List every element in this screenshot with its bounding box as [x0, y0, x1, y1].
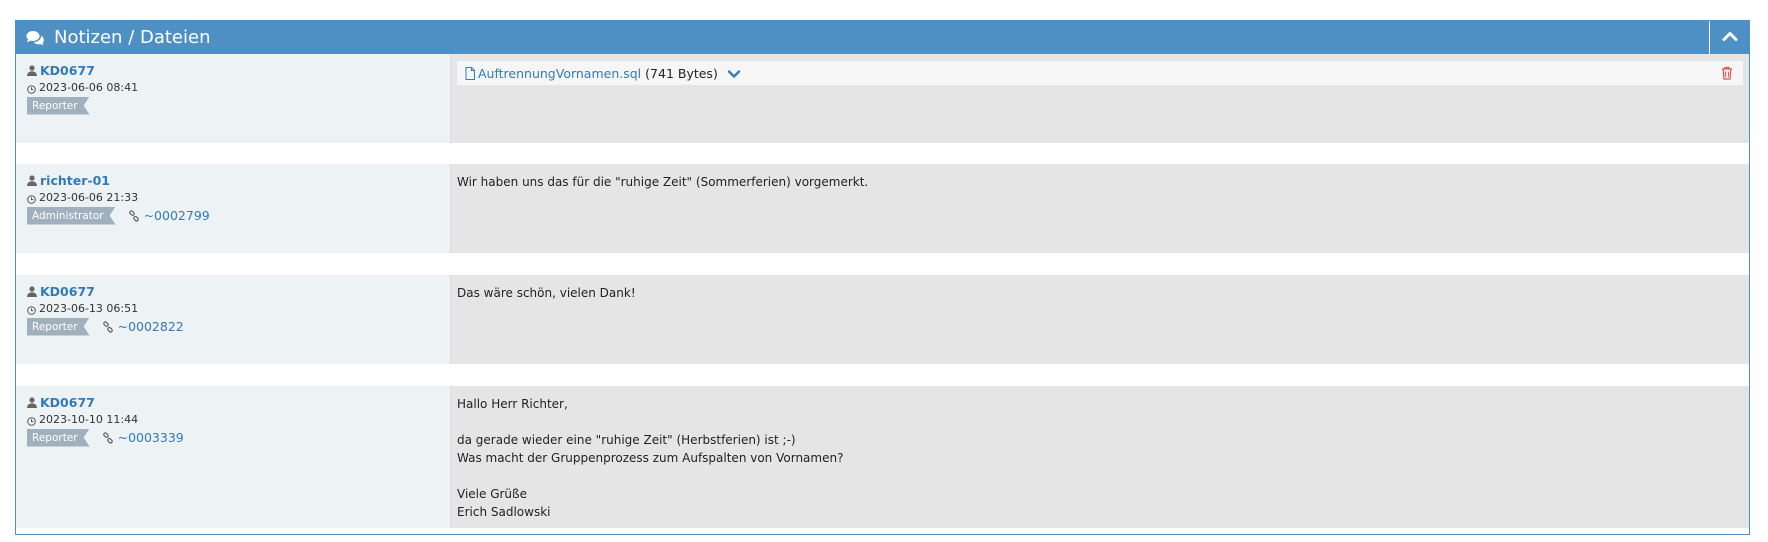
comments-icon: [26, 30, 46, 46]
role-badge: Administrator: [27, 207, 116, 225]
clock-icon: [27, 83, 36, 94]
note-text-line: Wir haben uns das für die "ruhige Zeit" …: [457, 175, 869, 189]
note-author-link[interactable]: KD0677: [40, 63, 95, 78]
clock-icon: [27, 304, 36, 315]
note-text-line: [457, 413, 1743, 431]
attachment-file-link[interactable]: AuftrennungVornamen.sql: [478, 66, 641, 81]
file-icon: [465, 66, 475, 80]
role-badge: Reporter: [27, 429, 90, 447]
note-date: 2023-10-10 11:44: [39, 412, 139, 426]
note-author-link[interactable]: KD0677: [40, 395, 95, 410]
note-item: KD0677 2023-10-10 11:44 Reporter ~000333…: [16, 386, 1749, 528]
note-text-line: Was macht der Gruppenprozess zum Aufspal…: [457, 451, 844, 465]
note-text-line: Das wäre schön, vielen Dank!: [457, 286, 636, 300]
clock-icon: [27, 415, 36, 426]
notes-files-widget: Notizen / Dateien KD0677 2023-06-06 08:4…: [15, 20, 1750, 535]
note-body: Wir haben uns das für die "ruhige Zeit" …: [451, 164, 1749, 253]
note-item: KD0677 2023-06-13 06:51 Reporter ~000282…: [16, 275, 1749, 364]
note-meta: KD0677 2023-06-13 06:51 Reporter ~000282…: [16, 275, 451, 364]
note-item: richter-01 2023-06-06 21:33 Administrato…: [16, 164, 1749, 253]
note-item: KD0677 2023-06-06 08:41 Reporter Auftren…: [16, 54, 1749, 143]
widget-title: Notizen / Dateien: [54, 27, 211, 48]
note-body: Das wäre schön, vielen Dank!: [451, 275, 1749, 364]
link-icon: [128, 209, 140, 222]
note-text-line: Hallo Herr Richter,: [457, 397, 568, 411]
note-text: Hallo Herr Richter, da gerade wieder ein…: [457, 395, 1743, 521]
attachment-size: (741 Bytes): [645, 65, 718, 81]
note-text-line: Viele Grüße: [457, 487, 527, 501]
link-icon: [102, 320, 114, 333]
user-icon: [27, 175, 37, 186]
note-permalink[interactable]: ~0002799: [144, 208, 210, 223]
note-text: Das wäre schön, vielen Dank!: [457, 284, 1743, 302]
role-badge: Reporter: [27, 318, 90, 336]
note-permalink[interactable]: ~0003339: [118, 430, 184, 445]
note-text-line: Erich Sadlowski: [457, 505, 551, 519]
role-badge: Reporter: [27, 97, 90, 115]
link-icon: [102, 431, 114, 444]
collapse-button[interactable]: [1709, 21, 1749, 54]
note-meta: KD0677 2023-06-06 08:41 Reporter: [16, 54, 451, 143]
user-icon: [27, 65, 37, 76]
attachment-row: AuftrennungVornamen.sql (741 Bytes): [457, 61, 1743, 85]
note-text: Wir haben uns das für die "ruhige Zeit" …: [457, 173, 1743, 191]
note-text-line: da gerade wieder eine "ruhige Zeit" (Her…: [457, 433, 796, 447]
chevron-down-icon[interactable]: [727, 68, 741, 78]
note-text-line: [457, 467, 1743, 485]
note-meta: KD0677 2023-10-10 11:44 Reporter ~000333…: [16, 386, 451, 528]
note-permalink[interactable]: ~0002822: [118, 319, 184, 334]
note-date: 2023-06-06 08:41: [39, 80, 139, 94]
note-date: 2023-06-06 21:33: [39, 190, 139, 204]
note-body: Hallo Herr Richter, da gerade wieder ein…: [451, 386, 1749, 528]
chevron-up-icon: [1722, 30, 1738, 45]
trash-icon[interactable]: [1721, 66, 1733, 80]
note-body: AuftrennungVornamen.sql (741 Bytes): [451, 54, 1749, 143]
note-author-link[interactable]: richter-01: [40, 173, 110, 188]
note-date: 2023-06-13 06:51: [39, 301, 139, 315]
user-icon: [27, 286, 37, 297]
widget-header: Notizen / Dateien: [16, 21, 1749, 54]
clock-icon: [27, 193, 36, 204]
note-author-link[interactable]: KD0677: [40, 284, 95, 299]
user-icon: [27, 397, 37, 408]
note-meta: richter-01 2023-06-06 21:33 Administrato…: [16, 164, 451, 253]
